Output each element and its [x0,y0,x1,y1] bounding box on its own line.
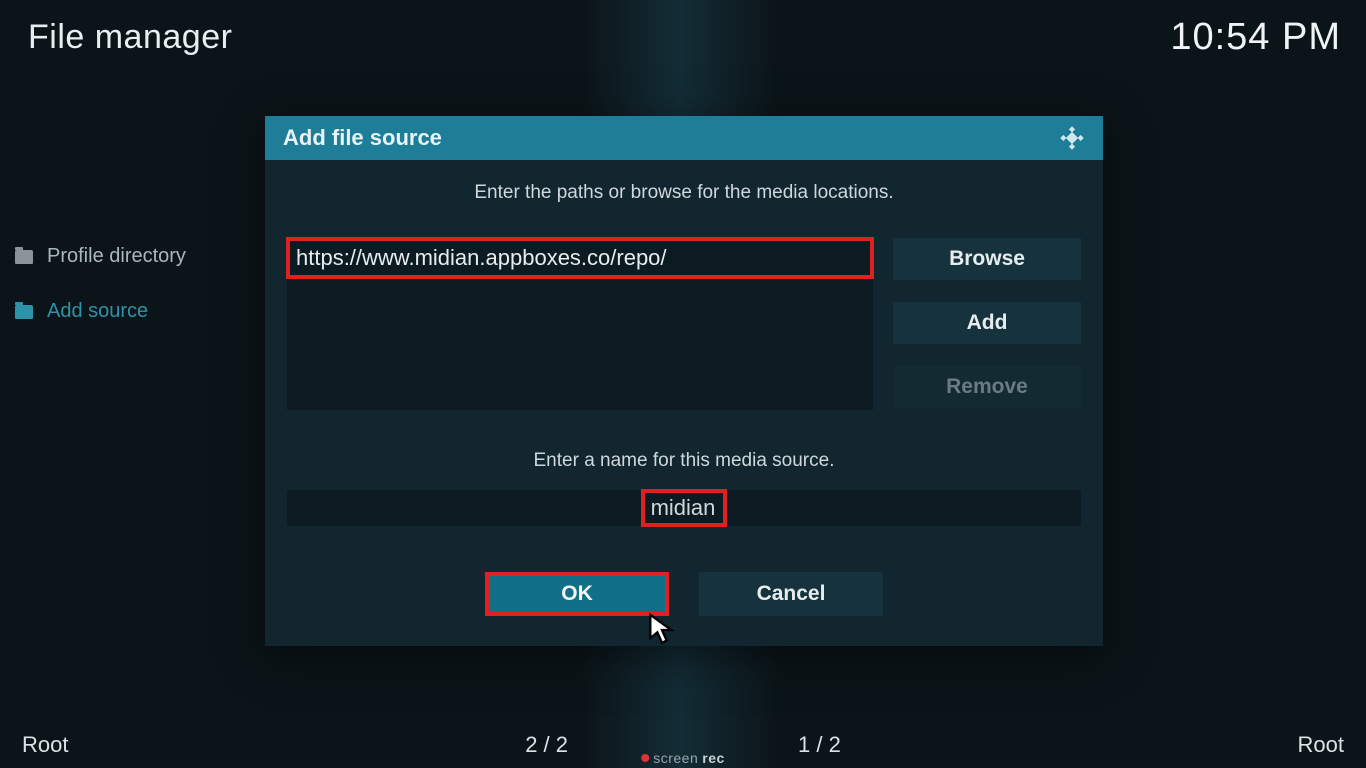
name-instruction: Enter a name for this media source. [287,450,1081,472]
folder-icon [15,250,33,264]
sidebar-item-add-source[interactable]: Add source [15,300,186,323]
dialog-instruction: Enter the paths or browse for the media … [287,182,1081,204]
path-list: https://www.midian.appboxes.co/repo/ [287,238,873,410]
ok-button[interactable]: OK [485,572,669,616]
screenrec-text2: rec [702,750,725,766]
browse-button[interactable]: Browse [893,238,1081,280]
dialog-titlebar: Add file source [265,116,1103,160]
remove-button: Remove [893,366,1081,408]
folder-plus-icon [15,305,33,319]
path-input[interactable]: https://www.midian.appboxes.co/repo/ [288,239,872,277]
name-input[interactable]: midian [287,490,1081,526]
sidebar: Profile directory Add source [15,245,186,355]
page-title: File manager [28,18,232,57]
footer-counter-right: 1 / 2 [798,732,841,758]
path-value: https://www.midian.appboxes.co/repo/ [296,245,667,271]
cancel-button[interactable]: Cancel [699,572,883,616]
screenrec-text1: screen [653,750,698,766]
screenrec-watermark: screenrec [641,750,725,766]
clock: 10:54 PM [1170,16,1341,59]
footer-right-root: Root [1298,732,1344,758]
name-value: midian [651,495,716,520]
dialog-title: Add file source [283,125,442,151]
sidebar-item-label: Add source [47,300,148,323]
add-file-source-dialog: Add file source Enter the paths or brows… [265,116,1103,646]
footer-left-root: Root [22,732,68,758]
path-buttons: Browse Add Remove [893,238,1081,410]
record-dot-icon [641,754,649,762]
footer-counter-left: 2 / 2 [525,732,568,758]
kodi-logo-icon [1059,125,1085,151]
add-button[interactable]: Add [893,302,1081,344]
sidebar-item-profile-directory[interactable]: Profile directory [15,245,186,268]
sidebar-item-label: Profile directory [47,245,186,268]
